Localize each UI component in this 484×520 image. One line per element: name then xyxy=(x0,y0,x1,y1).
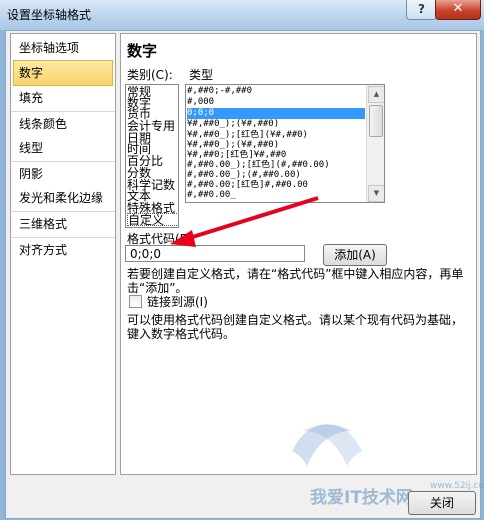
nav-item-label: 对齐方式 xyxy=(19,243,68,257)
help-button[interactable]: ? xyxy=(406,0,437,20)
scroll-down-button[interactable]: ▼ xyxy=(368,185,384,202)
type-list[interactable]: #,##0;-#,##0 #,000 0;0;0 ¥#,##0_);(¥#,##… xyxy=(185,84,385,203)
nav-item-3d-format[interactable]: 三维格式 xyxy=(11,212,115,236)
nav-item-label: 数字 xyxy=(19,66,44,80)
panel-title: 数字 xyxy=(127,42,158,60)
nav-item-shadow[interactable]: 阴影 xyxy=(11,162,115,186)
type-list-scrollbar[interactable]: ▲ ▼ xyxy=(366,85,384,202)
nav-item-fill[interactable]: 填充 xyxy=(11,86,115,110)
nav-item-label: 线型 xyxy=(19,141,44,155)
type-item[interactable]: #,##0.00_ xyxy=(187,190,365,201)
dialog-body: 坐标轴选项 数字 填充 线条颜色 线型 阴影 发光和柔化边缘 三维格式 对齐方式… xyxy=(5,30,484,519)
nav-item-label: 坐标轴选项 xyxy=(19,41,80,55)
watermark-url: www.52ij.com xyxy=(430,481,484,491)
nav-item-label: 三维格式 xyxy=(19,217,68,231)
watermark-text: 我爱IT技术网 xyxy=(310,488,413,508)
scroll-up-button[interactable]: ▲ xyxy=(368,86,384,103)
type-item[interactable]: ¥#,##0_);(¥#,##0) xyxy=(187,119,365,130)
footer-text: 可以使用格式代码创建自定义格式。请以某个现有代码为基础，键入数字格式代码。 xyxy=(127,313,464,341)
category-list[interactable]: 常规 数字 货币 会计专用 日期 时间 百分比 分数 科学记数 文本 特殊格式 … xyxy=(125,84,179,228)
number-panel: 数字 类别(C): 类型 常规 数字 货币 会计专用 日期 时间 百分比 分数 … xyxy=(120,33,477,475)
type-item[interactable]: #,##0;-#,##0 xyxy=(187,86,365,97)
title-bar: 设置坐标轴格式 ? ✕ xyxy=(0,0,484,30)
scroll-thumb[interactable] xyxy=(369,105,383,137)
close-icon: ✕ xyxy=(452,1,464,16)
nav-item-axis-options[interactable]: 坐标轴选项 xyxy=(11,36,115,60)
category-label: 类别(C): xyxy=(127,68,173,82)
nav-item-number[interactable]: 数字 xyxy=(13,60,113,86)
nav-item-label: 发光和柔化边缘 xyxy=(19,191,104,205)
nav-item-line-color[interactable]: 线条颜色 xyxy=(11,112,115,136)
window-close-button[interactable]: ✕ xyxy=(435,0,481,20)
format-code-input[interactable]: 0;0;0 xyxy=(125,245,305,262)
nav-item-label: 阴影 xyxy=(19,167,44,181)
nav-item-alignment[interactable]: 对齐方式 xyxy=(11,238,115,262)
help-text: 若要创建自定义格式，请在“格式代码”框中键入相应内容，再单击“添加”。 xyxy=(127,267,464,295)
link-source-checkbox[interactable] xyxy=(129,295,142,308)
nav-item-glow[interactable]: 发光和柔化边缘 xyxy=(11,186,115,210)
window-title: 设置坐标轴格式 xyxy=(7,8,92,22)
nav-item-line-style[interactable]: 线型 xyxy=(11,136,115,160)
nav-item-label: 填充 xyxy=(19,91,44,105)
close-button[interactable]: 关闭 xyxy=(408,491,476,515)
type-label: 类型 xyxy=(189,68,214,82)
type-item-selected[interactable]: 0;0;0 xyxy=(187,108,365,119)
nav-item-label: 线条颜色 xyxy=(19,117,68,131)
type-item[interactable]: #,000 xyxy=(187,97,365,108)
category-item-selected[interactable]: 自定义 xyxy=(127,213,178,226)
add-button[interactable]: 添加(A) xyxy=(323,244,387,266)
nav-list: 坐标轴选项 数字 填充 线条颜色 线型 阴影 发光和柔化边缘 三维格式 对齐方式 xyxy=(10,33,116,475)
link-source-label: 链接到源(I) xyxy=(147,295,208,309)
